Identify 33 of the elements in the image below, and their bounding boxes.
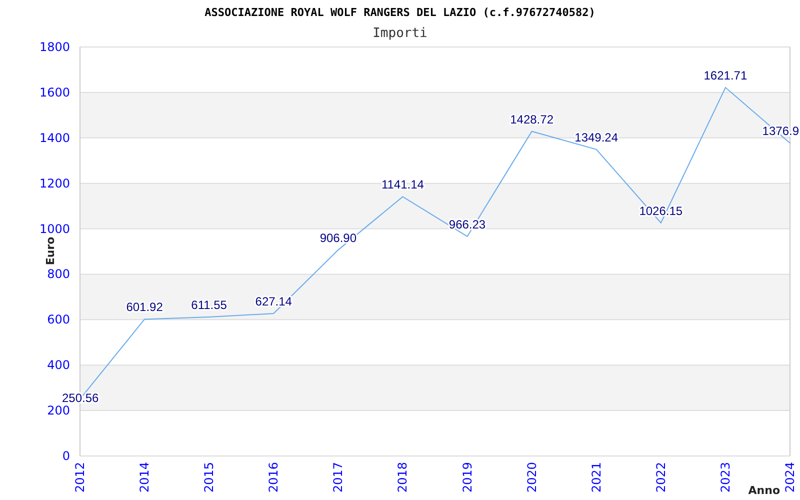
x-tick-label: 2023	[718, 462, 732, 493]
data-value-label: 1349.24	[574, 130, 618, 144]
x-tick-label: 2015	[202, 462, 216, 493]
x-tick-label: 2014	[138, 462, 152, 493]
y-tick-label: 1200	[39, 176, 70, 190]
y-tick-label: 800	[47, 267, 70, 282]
data-value-label: 1141.14	[381, 178, 424, 192]
chart-title: ASSOCIAZIONE ROYAL WOLF RANGERS DEL LAZIO (c.f.97672740582)	[204, 6, 596, 19]
x-tick-label: 2017	[331, 462, 346, 493]
x-tick-label: 2018	[396, 462, 410, 493]
data-value-label: 1428.72	[510, 112, 554, 126]
x-tick-label: 2020	[524, 462, 539, 493]
y-tick-label: 1000	[39, 222, 70, 236]
x-tick-label: 2024	[783, 462, 797, 493]
data-value-label: 250.56	[62, 391, 99, 406]
y-tick-label: 1400	[39, 130, 70, 145]
y-tick-label: 400	[47, 358, 70, 372]
x-tick-label: 2012	[73, 462, 87, 493]
data-value-label: 611.55	[191, 298, 227, 312]
y-tick-label: 0	[62, 449, 70, 463]
x-tick-label: 2021	[589, 462, 604, 493]
x-axis-label: Anno	[748, 484, 780, 497]
data-value-label: 1621.71	[704, 68, 748, 82]
chart-subtitle: Importi	[372, 26, 428, 41]
data-value-label: 601.92	[126, 300, 163, 314]
x-tick-label: 2022	[654, 462, 668, 493]
x-tick-label: 2019	[460, 462, 474, 493]
x-tick-label: 2016	[266, 462, 281, 493]
y-tick-label: 600	[47, 312, 70, 327]
y-axis-label: Euro	[44, 236, 57, 266]
y-tick-label: 1600	[39, 85, 70, 100]
y-tick-label: 1800	[39, 40, 70, 54]
y-tick-label: 200	[47, 404, 70, 418]
